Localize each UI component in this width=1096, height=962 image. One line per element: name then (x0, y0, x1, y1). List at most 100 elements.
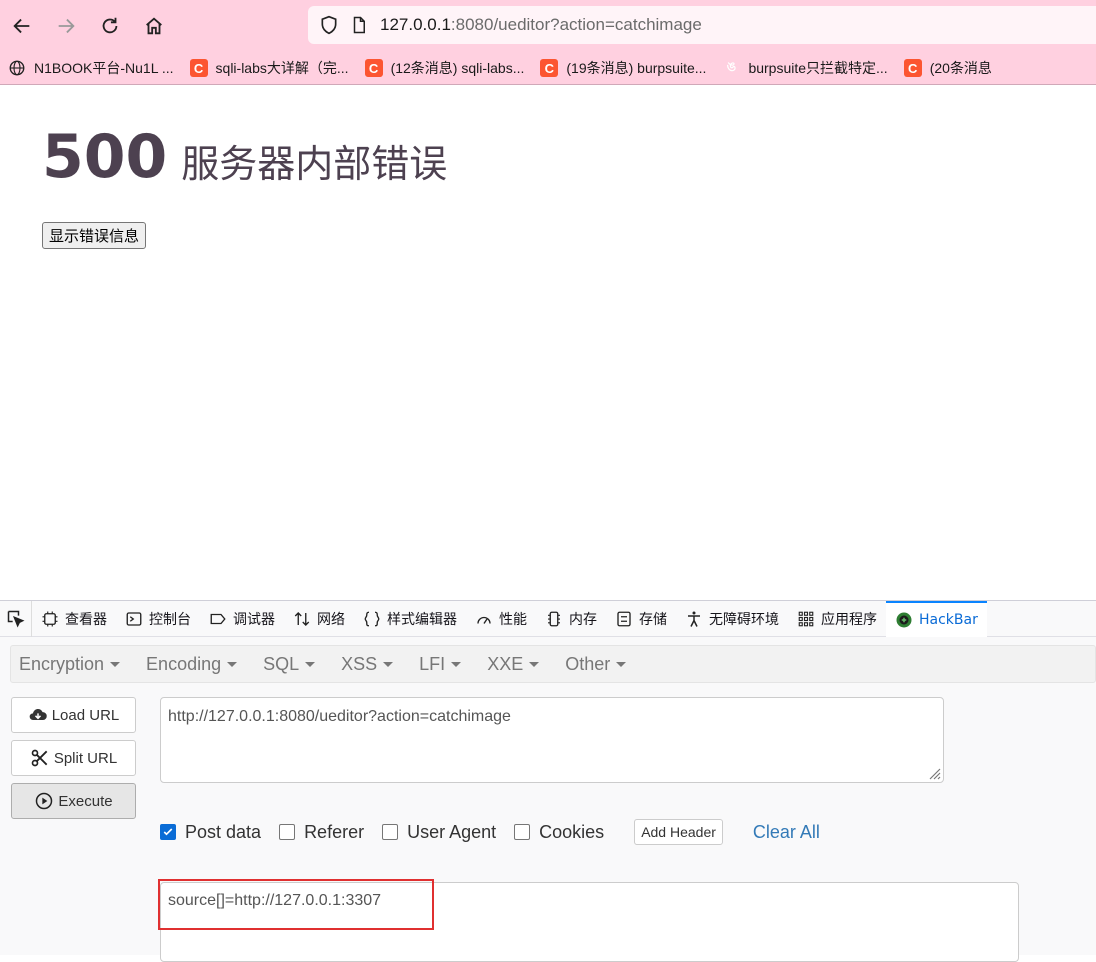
menu-xss[interactable]: XSS (333, 654, 401, 675)
tab-label: 控制台 (149, 611, 191, 628)
scissors-icon (31, 749, 48, 767)
post-data-textarea[interactable]: source[]=http://127.0.0.1:3307 (160, 882, 1019, 962)
console-icon (126, 611, 142, 626)
menu-lfi[interactable]: LFI (411, 654, 469, 675)
menu-other[interactable]: Other (557, 654, 634, 675)
tab-debugger[interactable]: 调试器 (200, 601, 284, 637)
caret-down-icon (451, 661, 462, 667)
option-user-agent[interactable]: User Agent (382, 822, 496, 843)
url-textarea[interactable]: http://127.0.0.1:8080/ueditor?action=cat… (160, 697, 944, 783)
csdn-icon: C (540, 59, 559, 77)
bookmark-sqli-labs-guide[interactable]: C sqli-labs大详解（完... (182, 52, 357, 84)
caret-down-icon (227, 661, 238, 667)
tab-label: 样式编辑器 (387, 611, 457, 628)
caret-down-icon (529, 661, 540, 667)
tab-label: 调试器 (233, 611, 275, 628)
menu-label: Other (565, 653, 611, 674)
menu-label: LFI (419, 653, 446, 674)
menu-encryption[interactable]: Encryption (11, 654, 128, 675)
tab-label: 网络 (317, 611, 345, 628)
load-url-label: Load URL (51, 706, 120, 724)
tab-performance[interactable]: 性能 (466, 601, 536, 637)
tab-label: 查看器 (65, 611, 107, 628)
split-url-button[interactable]: Split URL (11, 740, 136, 776)
forward-button[interactable] (44, 4, 88, 48)
option-referer[interactable]: Referer (279, 822, 364, 843)
show-error-info-button[interactable]: 显示错误信息 (42, 222, 147, 249)
csdn-icon: C (903, 59, 922, 77)
back-button[interactable] (0, 4, 44, 48)
address-bar[interactable]: 127.0.0.1:8080/ueditor?action=catchimage (308, 6, 1096, 44)
memory-icon (548, 611, 560, 626)
element-picker-button[interactable] (0, 600, 32, 637)
bookmark-burpsuite-19[interactable]: C (19条消息) burpsuite... (532, 52, 714, 84)
reload-icon (102, 17, 118, 34)
menu-encoding[interactable]: Encoding (138, 654, 245, 675)
add-header-button[interactable]: Add Header (634, 819, 723, 845)
bookmark-sqli-labs-12[interactable]: C (12条消息) sqli-labs... (357, 52, 533, 84)
accessibility-icon (688, 611, 700, 627)
application-icon (798, 611, 814, 626)
error-message: 服务器内部错误 (181, 142, 448, 186)
page-info-icon[interactable] (348, 14, 370, 36)
site-icon: ঙ (726, 58, 737, 74)
resize-grip-icon[interactable] (927, 766, 941, 780)
tab-application[interactable]: 应用程序 (788, 601, 886, 637)
csdn-icon: C (364, 59, 383, 77)
request-options: Post data Referer User Agent Cookies Add… (160, 819, 820, 845)
play-circle-icon (36, 792, 53, 810)
tab-label: 内存 (569, 611, 597, 628)
menu-label: Encoding (146, 653, 222, 674)
element-picker-icon (7, 610, 24, 627)
caret-down-icon (383, 661, 394, 667)
tab-network[interactable]: 网络 (284, 601, 354, 637)
option-label: User Agent (407, 821, 497, 842)
tab-storage[interactable]: 存储 (606, 601, 676, 637)
inspector-icon (42, 611, 58, 626)
post-data-checkbox[interactable] (160, 824, 176, 840)
tab-console[interactable]: 控制台 (116, 601, 200, 637)
tab-inspector[interactable]: 查看器 (32, 601, 116, 637)
reload-button[interactable] (88, 4, 132, 48)
user-agent-checkbox[interactable] (382, 824, 399, 840)
error-code: 500 (42, 122, 168, 192)
option-cookies[interactable]: Cookies (514, 822, 604, 843)
home-icon (146, 17, 162, 35)
bookmark-label: (19条消息) burpsuite... (566, 60, 707, 76)
tab-accessibility[interactable]: 无障碍环境 (676, 601, 788, 637)
option-post-data[interactable]: Post data (160, 822, 261, 843)
tab-memory[interactable]: 内存 (536, 601, 606, 637)
network-icon (294, 611, 310, 626)
menu-label: SQL (263, 653, 300, 674)
globe-icon (8, 59, 26, 77)
tab-hackbar[interactable]: HackBar (886, 600, 987, 637)
bookmark-label: (20条消息 (929, 60, 992, 76)
bookmarks-bar: N1BOOK平台-Nu1L ... C sqli-labs大详解（完... C … (0, 52, 1096, 85)
menu-sql[interactable]: SQL (255, 654, 323, 675)
referer-checkbox[interactable] (279, 824, 296, 840)
menu-label: XSS (341, 653, 378, 674)
browser-toolbar: 127.0.0.1:8080/ueditor?action=catchimage (0, 0, 1096, 52)
style-editor-icon (364, 611, 380, 626)
forward-arrow-icon (58, 18, 75, 34)
cookies-checkbox[interactable] (514, 824, 531, 840)
bookmark-n1book[interactable]: N1BOOK平台-Nu1L ... (0, 52, 182, 84)
tab-style-editor[interactable]: 样式编辑器 (354, 601, 466, 637)
menu-label: XXE (487, 653, 524, 674)
bookmark-20[interactable]: C (20条消息 (896, 52, 1000, 84)
devtools-tabbar: 查看器 控制台 调试器 网络 样式编辑器 性能 内存 存储 无障碍环境 应用程序… (0, 600, 1096, 637)
clear-all-link[interactable]: Clear All (753, 822, 820, 843)
home-button[interactable] (132, 4, 176, 48)
option-label: Referer (304, 821, 365, 842)
shield-icon[interactable] (318, 14, 340, 36)
load-url-button[interactable]: Load URL (11, 697, 136, 733)
bookmark-label: burpsuite只拦截特定... (748, 60, 888, 76)
execute-label: Execute (58, 792, 113, 810)
menu-label: Encryption (19, 653, 105, 674)
url-host: 127.0.0.1 (380, 15, 451, 34)
tab-label: 无障碍环境 (709, 611, 779, 628)
menu-xxe[interactable]: XXE (479, 654, 547, 675)
execute-button[interactable]: Execute (11, 783, 136, 819)
url-value: http://127.0.0.1:8080/ueditor?action=cat… (168, 708, 511, 725)
bookmark-burpsuite-intercept[interactable]: ঙ burpsuite只拦截特定... (714, 52, 895, 84)
